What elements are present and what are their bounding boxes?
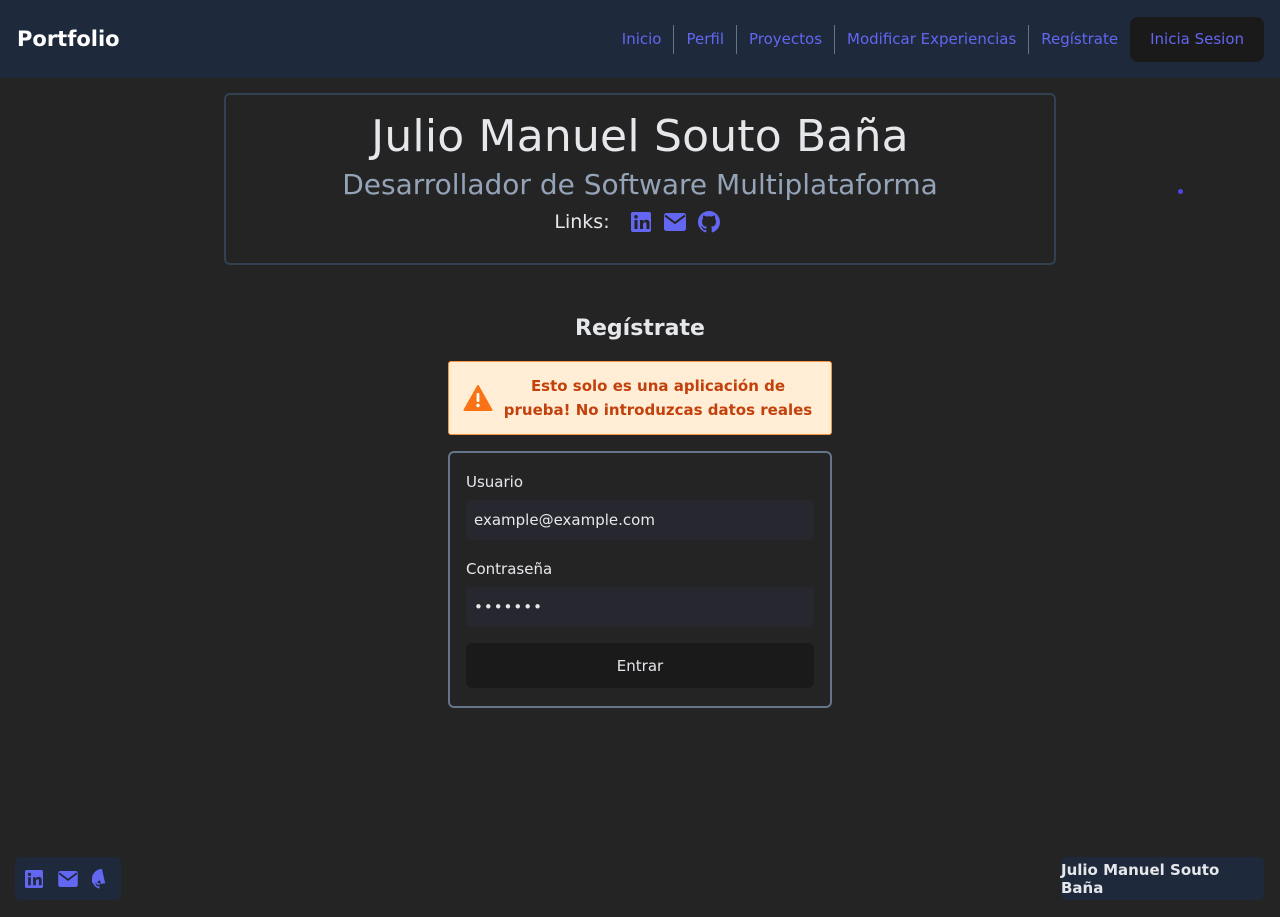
- login-button[interactable]: Inicia Sesion: [1130, 16, 1264, 62]
- nav-link-inicio[interactable]: Inicio: [610, 24, 675, 54]
- nav-links: Inicio Perfil Proyectos Modificar Experi…: [610, 16, 1264, 62]
- username-label: Usuario: [466, 473, 524, 491]
- profile-header-card: Julio Manuel Souto Baña Desarrollador de…: [224, 93, 1056, 265]
- footer-author-name: Julio Manuel Souto Baña: [1061, 857, 1264, 900]
- profile-subtitle: Desarrollador de Software Multiplataform…: [342, 168, 938, 201]
- github-icon[interactable]: [91, 868, 113, 890]
- envelope-icon[interactable]: [663, 211, 686, 233]
- nav-link-modificar-experiencias[interactable]: Modificar Experiencias: [835, 24, 1030, 54]
- register-form: Usuario example@example.com Contraseña •…: [448, 451, 832, 708]
- warning-icon: [463, 384, 493, 412]
- nav-link-proyectos[interactable]: Proyectos: [737, 24, 836, 54]
- password-input[interactable]: •••••••: [466, 587, 814, 627]
- password-label: Contraseña: [466, 560, 553, 578]
- nav-link-perfil[interactable]: Perfil: [674, 24, 737, 54]
- submit-button[interactable]: Entrar: [466, 643, 814, 688]
- github-icon[interactable]: [697, 211, 720, 233]
- profile-name: Julio Manuel Souto Baña: [371, 111, 909, 162]
- envelope-icon[interactable]: [57, 868, 79, 890]
- linkedin-icon[interactable]: [23, 868, 45, 890]
- username-input[interactable]: example@example.com: [466, 500, 814, 540]
- linkedin-icon[interactable]: [630, 211, 652, 233]
- links-label: Links:: [554, 211, 610, 233]
- decorative-dot: [1178, 189, 1183, 194]
- register-title: Regístrate: [575, 316, 705, 341]
- footer-social-links: [15, 857, 121, 900]
- brand-logo[interactable]: Portfolio: [17, 27, 120, 51]
- navbar: Portfolio Inicio Perfil Proyectos Modifi…: [0, 0, 1280, 78]
- test-app-warning-alert: Esto solo es una aplicación de prueba! N…: [448, 361, 832, 435]
- profile-links: Links:: [226, 211, 1054, 233]
- nav-link-registrate[interactable]: Regístrate: [1029, 25, 1130, 54]
- alert-message: Esto solo es una aplicación de prueba! N…: [503, 377, 813, 419]
